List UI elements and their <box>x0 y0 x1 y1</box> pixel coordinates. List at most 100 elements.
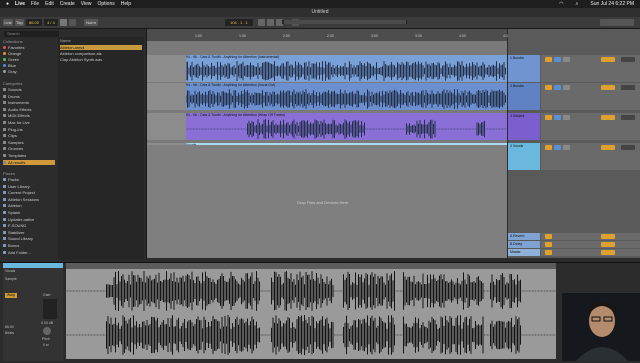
warp-mode[interactable]: Beats <box>5 331 14 335</box>
bpm-value[interactable]: 86.00 <box>5 325 14 329</box>
arm-button[interactable] <box>563 145 570 150</box>
menu-view[interactable]: View <box>81 1 92 7</box>
menu-app-name[interactable]: Live <box>15 1 25 7</box>
warp-toggle[interactable]: Warp <box>5 293 17 298</box>
audio-clip[interactable]: 94 - 96 - Cats & Toolkt - Anything for A… <box>186 83 507 110</box>
time-signature[interactable]: 4 / 4 <box>44 19 58 26</box>
track-lane[interactable]: 94 - 96 - Cats & Toolkt - Anything for A… <box>147 113 507 140</box>
return-track-header[interactable]: A Reverb <box>508 233 540 240</box>
track-activator-button[interactable] <box>545 115 552 120</box>
metronome-button[interactable] <box>60 19 67 26</box>
collection-item[interactable]: Green <box>3 57 55 62</box>
place-item[interactable]: Packs <box>3 177 55 182</box>
place-item[interactable]: Ableton <box>3 203 55 208</box>
file-item[interactable]: Clap Ableton Synth.wav <box>60 57 142 62</box>
arm-button[interactable] <box>563 57 570 62</box>
solo-button[interactable] <box>554 85 561 90</box>
place-item[interactable]: Ableton Sessions <box>3 197 55 202</box>
track-activator-button[interactable] <box>545 85 552 90</box>
category-item[interactable]: Max for Live <box>3 120 55 125</box>
return-activator-button[interactable] <box>545 250 552 255</box>
return-track-name[interactable]: Master <box>510 250 521 254</box>
place-item[interactable]: Updater-native <box>3 217 55 222</box>
record-arm-icon[interactable] <box>69 19 76 26</box>
arm-button[interactable] <box>563 85 570 90</box>
pan-field[interactable] <box>621 85 635 90</box>
play-button[interactable] <box>258 19 265 26</box>
track-header[interactable]: 4 Vocals <box>508 143 540 170</box>
track-name[interactable]: 4 Vocals <box>510 144 523 148</box>
arm-button[interactable] <box>563 115 570 120</box>
search-icon[interactable]: ⌕ <box>576 1 579 7</box>
return-volume-field[interactable] <box>601 242 615 247</box>
return-volume-field[interactable] <box>601 234 615 239</box>
track-header[interactable]: 2 Brooks <box>508 83 540 110</box>
gain-fader[interactable] <box>43 299 57 319</box>
place-item[interactable]: Stabilizer <box>3 230 55 235</box>
place-item[interactable]: Current Project <box>3 190 55 195</box>
category-item[interactable]: Drums <box>3 94 55 99</box>
category-item[interactable]: MIDI Effects <box>3 113 55 118</box>
overview-strip[interactable] <box>282 20 407 24</box>
clip-name-field[interactable]: Vocals <box>5 269 15 273</box>
category-item[interactable]: Templates <box>3 153 55 158</box>
track-header[interactable]: 1 Brooks <box>508 55 540 82</box>
category-item[interactable]: Clips <box>3 133 55 138</box>
sample-editor[interactable] <box>66 263 556 359</box>
tap-button[interactable]: Tap <box>15 19 24 26</box>
wifi-icon[interactable]: ◠ <box>559 1 563 7</box>
browser-search-input[interactable]: Search <box>4 31 59 37</box>
volume-field[interactable] <box>601 57 615 62</box>
menu-create[interactable]: Create <box>60 1 75 7</box>
category-item[interactable]: Grooves <box>3 146 55 151</box>
link-button[interactable]: Link <box>3 19 13 26</box>
track-name[interactable]: 1 Brooks <box>510 56 524 60</box>
place-item[interactable]: Splash <box>3 210 55 215</box>
sample-waveform[interactable] <box>66 269 556 359</box>
collection-item[interactable]: Favorites <box>3 45 55 50</box>
volume-field[interactable] <box>601 85 615 90</box>
category-item[interactable]: All results <box>3 159 55 165</box>
solo-button[interactable] <box>554 145 561 150</box>
return-track-name[interactable]: B Delay <box>510 242 522 246</box>
return-activator-button[interactable] <box>545 234 552 239</box>
track-lane[interactable]: 94 - 96 - Cats & Toolkt - Anything for A… <box>147 83 507 110</box>
return-track-header[interactable]: B Delay <box>508 241 540 248</box>
place-item[interactable]: Sound Library <box>3 236 55 241</box>
solo-button[interactable] <box>554 57 561 62</box>
track-activator-button[interactable] <box>545 145 552 150</box>
position-field[interactable]: 104 . 1 . 1 <box>225 19 253 26</box>
track-name[interactable]: 3 Sibilant <box>510 114 524 118</box>
stop-button[interactable] <box>267 19 274 26</box>
clock[interactable]: Sun Jul 24 6:22 PM <box>590 1 634 7</box>
file-item[interactable]: Ableton comparison.als <box>60 51 142 56</box>
category-item[interactable]: Samples <box>3 140 55 145</box>
category-item[interactable]: Plug-Ins <box>3 127 55 132</box>
clip-color-strip[interactable] <box>3 263 63 268</box>
files-column-header[interactable]: Name <box>60 38 142 43</box>
pitch-knob[interactable] <box>43 327 51 335</box>
pan-field[interactable] <box>621 145 635 150</box>
return-volume-field[interactable] <box>601 250 615 255</box>
menu-file[interactable]: File <box>31 1 39 7</box>
track-name[interactable]: 2 Brooks <box>510 84 524 88</box>
quantize-menu[interactable]: Norm <box>84 19 98 26</box>
place-item[interactable]: Bonus <box>3 243 55 248</box>
return-track-header[interactable]: Master <box>508 249 540 256</box>
timeline-ruler[interactable]: 1:00 1:30 2:00 2:30 3:00 3:30 4:00 4:30 <box>147 29 510 41</box>
menu-options[interactable]: Options <box>98 1 115 7</box>
place-item[interactable]: Add Folder... <box>3 250 55 255</box>
collection-item[interactable]: Blue <box>3 63 55 68</box>
place-item[interactable]: User Library <box>3 184 55 189</box>
menu-help[interactable]: Help <box>121 1 131 7</box>
collection-item[interactable]: Orange <box>3 51 55 56</box>
track-lane[interactable]: 94 - 96 - Cats & Toolkt - Anything for A… <box>147 55 507 82</box>
category-item[interactable]: Instruments <box>3 100 55 105</box>
volume-field[interactable] <box>601 115 615 120</box>
collection-item[interactable]: Gray <box>3 69 55 74</box>
tempo-field[interactable]: 86.00 <box>26 19 42 26</box>
file-item[interactable]: Ableton.ams4 <box>60 45 142 50</box>
volume-field[interactable] <box>601 145 615 150</box>
category-item[interactable]: Sounds <box>3 87 55 92</box>
track-activator-button[interactable] <box>545 57 552 62</box>
